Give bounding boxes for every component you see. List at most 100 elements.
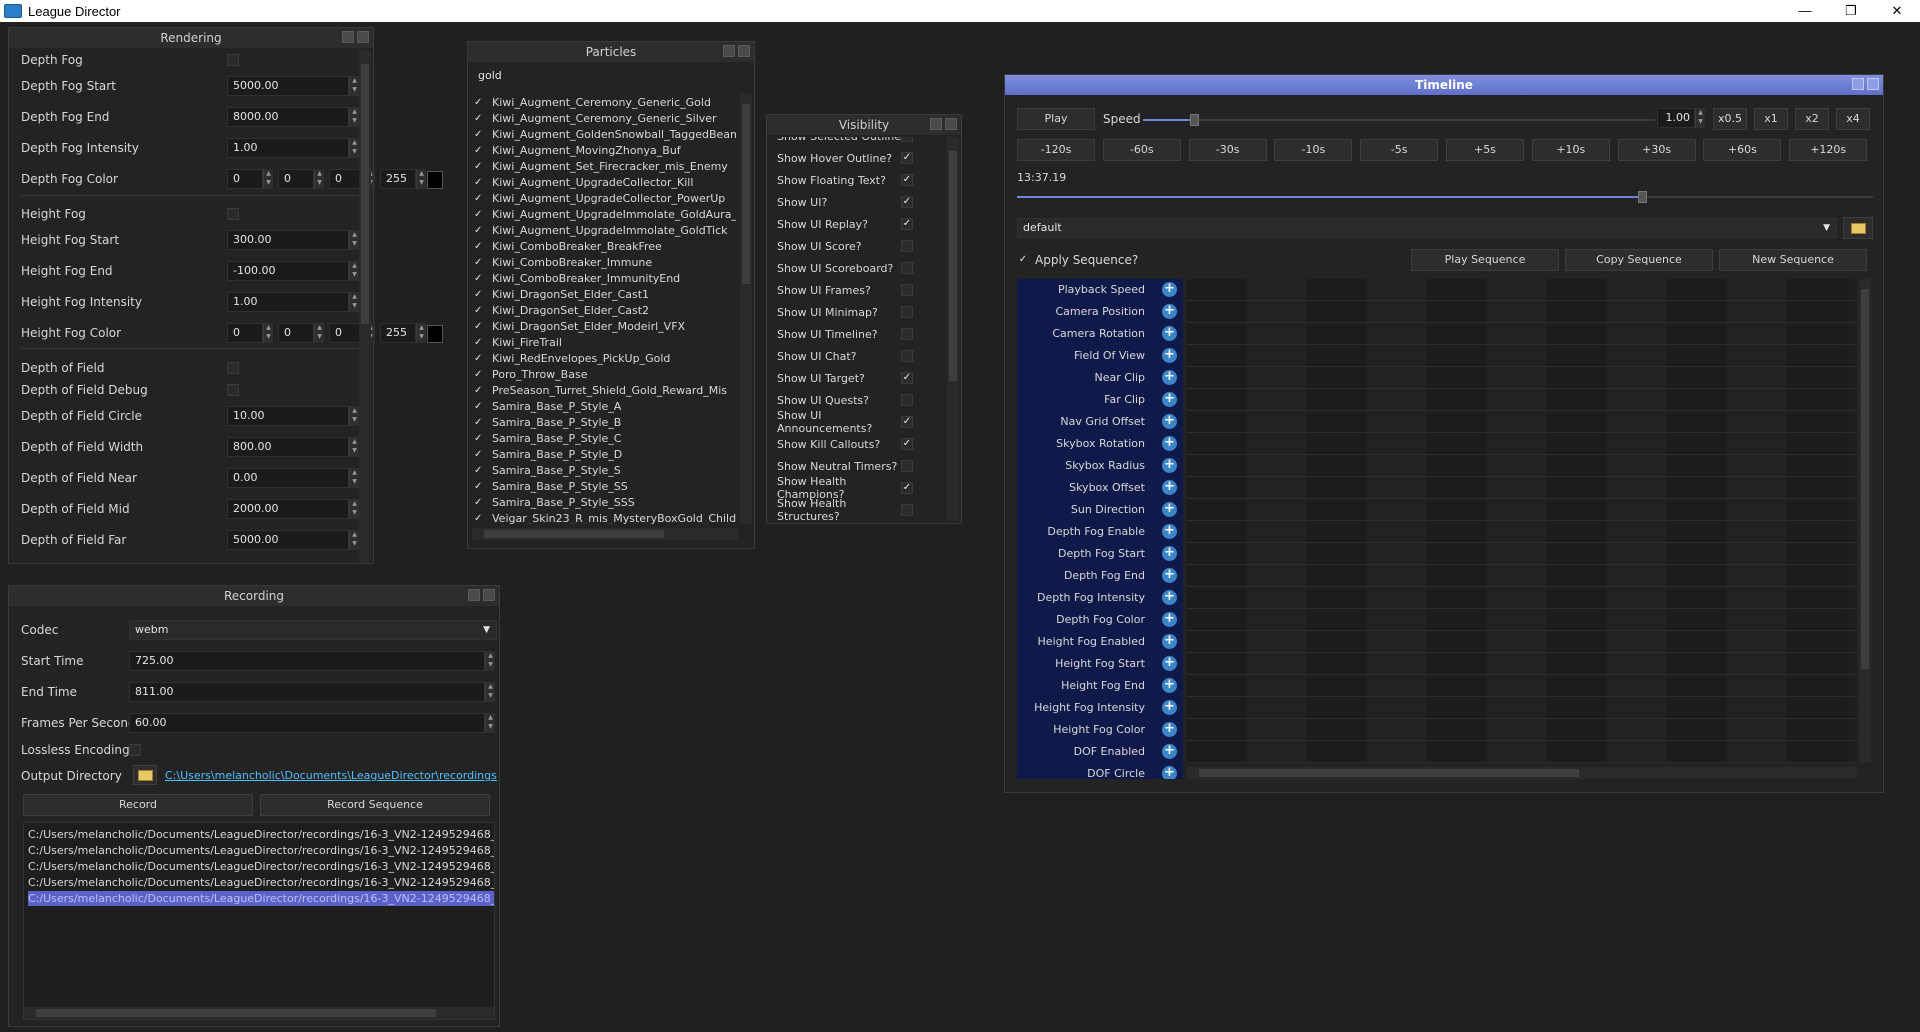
setting-stepper[interactable]: ▲ ▼ bbox=[349, 76, 359, 96]
visibility-checkbox[interactable] bbox=[901, 504, 913, 516]
minimize-icon[interactable]: — bbox=[1782, 0, 1828, 22]
add-keyframe-icon[interactable]: + bbox=[1162, 480, 1177, 495]
jump-button[interactable]: +10s bbox=[1531, 139, 1610, 161]
particle-item[interactable]: ✓ Samira_Base_P_Style_C bbox=[474, 430, 622, 446]
time-scrubber[interactable] bbox=[1017, 191, 1873, 203]
setting-input[interactable]: 800.00 bbox=[227, 437, 349, 457]
visibility-checkbox[interactable]: ✓ bbox=[901, 218, 913, 230]
add-keyframe-icon[interactable]: + bbox=[1162, 722, 1177, 737]
visibility-checkbox[interactable] bbox=[901, 460, 913, 472]
particle-item[interactable]: ✓ Kiwi_Augment_GoldenSnowball_TaggedBeam bbox=[474, 126, 736, 142]
color-g-input[interactable]: 0 bbox=[278, 169, 314, 189]
particle-item[interactable]: ✓ Samira_Base_P_Style_D bbox=[474, 446, 622, 462]
setting-checkbox[interactable] bbox=[227, 54, 239, 66]
codec-select[interactable]: webm ▼ bbox=[129, 620, 497, 640]
setting-input[interactable]: 300.00 bbox=[227, 230, 349, 250]
rendering-panel-header[interactable]: Rendering bbox=[9, 28, 373, 48]
particle-item[interactable]: ✓ Kiwi_Augment_UpgradeImmolate_GoldAura_B… bbox=[474, 206, 736, 222]
color-r-input[interactable]: 0 bbox=[227, 323, 263, 343]
record-button[interactable]: Record bbox=[23, 794, 253, 816]
add-keyframe-icon[interactable]: + bbox=[1162, 744, 1177, 759]
visibility-checkbox[interactable]: ✓ bbox=[901, 152, 913, 164]
check-icon[interactable]: ✓ bbox=[474, 513, 486, 524]
check-icon[interactable]: ✓ bbox=[474, 401, 486, 412]
recording-panel-header[interactable]: Recording bbox=[9, 586, 499, 606]
horizontal-scrollbar[interactable] bbox=[24, 1007, 494, 1019]
jump-button[interactable]: -60s bbox=[1102, 139, 1181, 161]
recording-file-item[interactable]: C:/Users/melancholic/Documents/LeagueDir… bbox=[28, 827, 494, 842]
sequence-select[interactable]: default ▼ bbox=[1017, 218, 1837, 238]
play-sequence-button[interactable]: Play Sequence bbox=[1411, 249, 1559, 271]
float-icon[interactable] bbox=[738, 45, 750, 57]
particle-filter-input[interactable]: gold bbox=[472, 66, 750, 86]
particle-item[interactable]: ✓ Veigar_Skin23_R_mis_MysteryBoxGold_Chil… bbox=[474, 510, 736, 525]
setting-stepper[interactable]: ▲ ▼ bbox=[349, 261, 359, 281]
recording-file-item[interactable]: C:/Users/melancholic/Documents/LeagueDir… bbox=[28, 843, 494, 858]
record-sequence-button[interactable]: Record Sequence bbox=[260, 794, 490, 816]
jump-button[interactable]: -10s bbox=[1274, 139, 1353, 161]
setting-stepper[interactable]: ▲ ▼ bbox=[349, 437, 359, 457]
particle-item[interactable]: ✓ Kiwi_FireTrail bbox=[474, 334, 562, 350]
check-icon[interactable]: ✓ bbox=[474, 193, 486, 204]
setting-input[interactable]: 8000.00 bbox=[227, 107, 349, 127]
visibility-checkbox[interactable]: ✓ bbox=[901, 196, 913, 208]
check-icon[interactable]: ✓ bbox=[474, 417, 486, 428]
setting-input[interactable]: 5000.00 bbox=[227, 530, 349, 550]
jump-button[interactable]: -30s bbox=[1188, 139, 1267, 161]
visibility-checkbox[interactable] bbox=[901, 284, 913, 296]
add-keyframe-icon[interactable]: + bbox=[1162, 392, 1177, 407]
new-sequence-button[interactable]: New Sequence bbox=[1719, 249, 1867, 271]
fps-stepper[interactable]: ▲ ▼ bbox=[485, 713, 495, 733]
visibility-checkbox[interactable]: ✓ bbox=[901, 482, 913, 494]
setting-input[interactable]: 1.00 bbox=[227, 292, 349, 312]
visibility-checkbox[interactable] bbox=[901, 328, 913, 340]
jump-button[interactable]: +60s bbox=[1703, 139, 1782, 161]
add-keyframe-icon[interactable]: + bbox=[1162, 458, 1177, 473]
time-scrubber-handle[interactable] bbox=[1637, 191, 1647, 203]
setting-stepper[interactable]: ▲ ▼ bbox=[349, 138, 359, 158]
add-keyframe-icon[interactable]: + bbox=[1162, 348, 1177, 363]
particle-item[interactable]: ✓ Kiwi_DragonSet_Elder_Cast1 bbox=[474, 286, 649, 302]
add-keyframe-icon[interactable]: + bbox=[1162, 524, 1177, 539]
recording-file-item[interactable]: C:/Users/melancholic/Documents/LeagueDir… bbox=[28, 875, 494, 890]
check-icon[interactable]: ✓ bbox=[474, 209, 486, 220]
rate-button[interactable]: x1 bbox=[1754, 108, 1788, 130]
close-icon[interactable]: ✕ bbox=[1874, 0, 1920, 22]
jump-button[interactable]: +30s bbox=[1617, 139, 1696, 161]
add-keyframe-icon[interactable]: + bbox=[1162, 678, 1177, 693]
particle-item[interactable]: ✓ Kiwi_ComboBreaker_ImmunityEnd bbox=[474, 270, 680, 286]
visibility-checkbox[interactable]: ✓ bbox=[901, 372, 913, 384]
float-icon[interactable] bbox=[483, 589, 495, 601]
add-keyframe-icon[interactable]: + bbox=[1162, 326, 1177, 341]
setting-stepper[interactable]: ▲ ▼ bbox=[349, 530, 359, 550]
play-button[interactable]: Play bbox=[1017, 108, 1095, 130]
check-icon[interactable]: ✓ bbox=[474, 161, 486, 172]
check-icon[interactable]: ✓ bbox=[474, 305, 486, 316]
add-keyframe-icon[interactable]: + bbox=[1162, 656, 1177, 671]
check-icon[interactable]: ✓ bbox=[474, 385, 486, 396]
float-icon[interactable] bbox=[357, 31, 369, 43]
fps-input[interactable]: 60.00 bbox=[129, 713, 485, 733]
recording-file-item[interactable]: C:/Users/melancholic/Documents/LeagueDir… bbox=[28, 891, 494, 906]
check-icon[interactable]: ✓ bbox=[474, 481, 486, 492]
visibility-panel-header[interactable]: Visibility bbox=[767, 115, 961, 135]
setting-checkbox[interactable] bbox=[227, 384, 239, 396]
vertical-scrollbar[interactable] bbox=[947, 137, 959, 521]
color-a-stepper[interactable]: ▲ ▼ bbox=[416, 323, 426, 343]
visibility-checkbox[interactable] bbox=[901, 240, 913, 252]
particle-item[interactable]: ✓ Kiwi_Augment_UpgradeCollector_Kill bbox=[474, 174, 693, 190]
setting-input[interactable]: 1.00 bbox=[227, 138, 349, 158]
keyframe-grid[interactable] bbox=[1187, 279, 1857, 763]
check-icon[interactable]: ✓ bbox=[474, 257, 486, 268]
add-keyframe-icon[interactable]: + bbox=[1162, 568, 1177, 583]
check-icon[interactable]: ✓ bbox=[474, 241, 486, 252]
check-icon[interactable]: ✓ bbox=[474, 273, 486, 284]
start-time-stepper[interactable]: ▲ ▼ bbox=[485, 651, 495, 671]
particle-item[interactable]: ✓ Samira_Base_P_Style_SSS bbox=[474, 494, 635, 510]
vertical-scrollbar[interactable] bbox=[740, 94, 752, 524]
particle-item[interactable]: ✓ Kiwi_RedEnvelopes_PickUp_Gold bbox=[474, 350, 670, 366]
horizontal-scrollbar[interactable] bbox=[1187, 767, 1857, 779]
particle-item[interactable]: ✓ Samira_Base_P_Style_SS bbox=[474, 478, 628, 494]
particle-item[interactable]: ✓ Kiwi_Augment_Ceremony_Generic_Silver bbox=[474, 110, 717, 126]
start-time-input[interactable]: 725.00 bbox=[129, 651, 485, 671]
